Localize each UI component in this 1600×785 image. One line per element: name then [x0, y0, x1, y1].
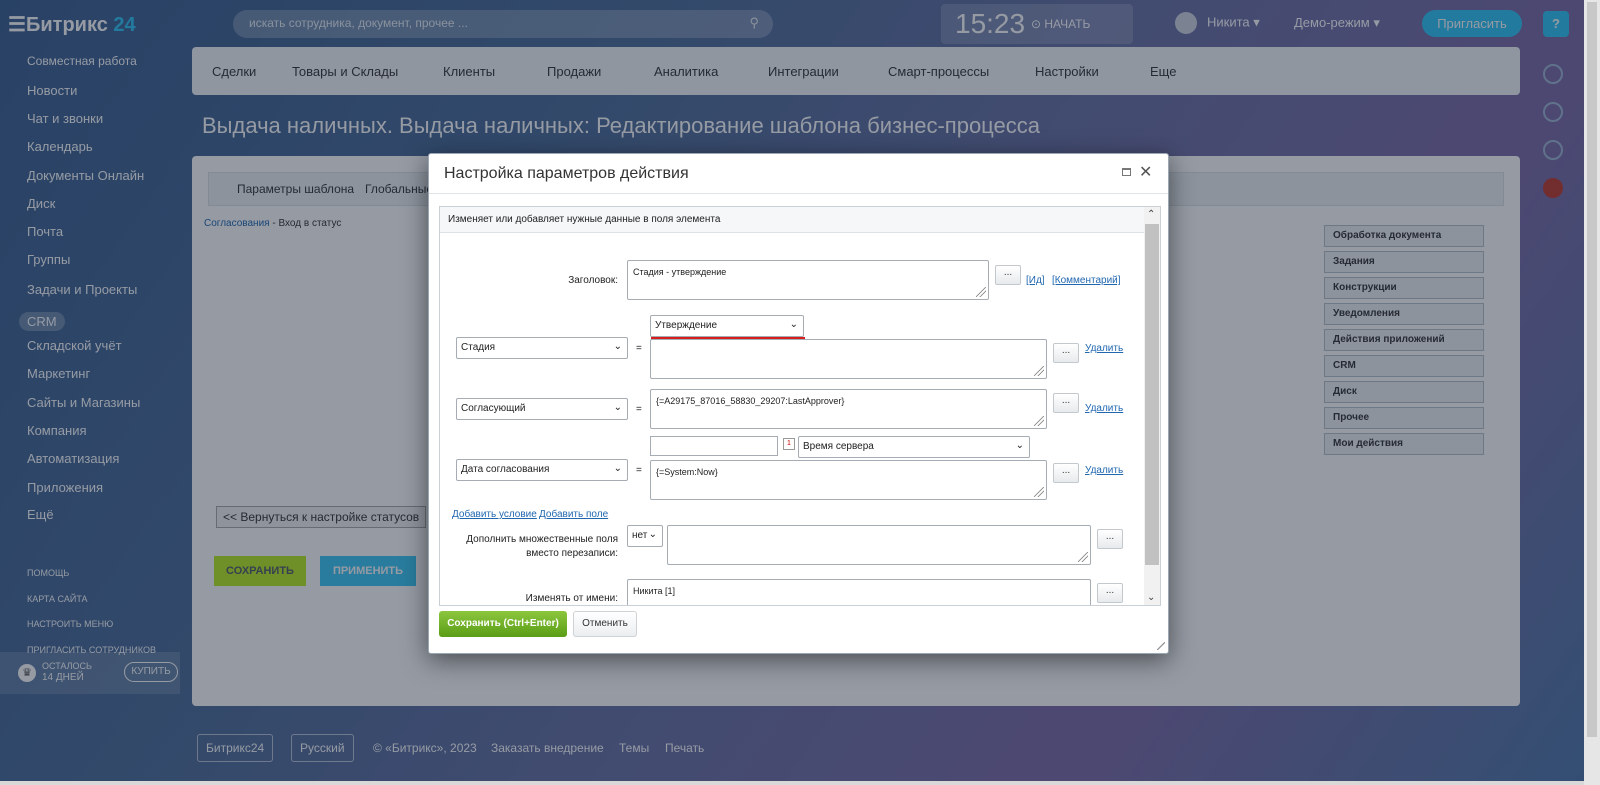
title-insert-button[interactable]: ...: [995, 265, 1021, 285]
equals-sign: =: [636, 465, 642, 476]
maximize-icon[interactable]: [1122, 168, 1131, 176]
chevron-up-icon[interactable]: ⌃: [1147, 209, 1155, 220]
chevron-down-icon: ⌄: [1015, 440, 1024, 451]
page-scrollbar-thumb[interactable]: [1587, 2, 1597, 737]
dialog-header: Настройка параметров действия ✕: [429, 154, 1168, 194]
chevron-down-icon: ⌄: [648, 529, 657, 540]
close-icon[interactable]: ✕: [1139, 162, 1152, 182]
on-behalf-insert-button[interactable]: ...: [1097, 583, 1123, 603]
append-multiple-label: Дополнить множественные поля вместо пере…: [466, 534, 618, 559]
append-multiple-field[interactable]: [667, 525, 1091, 565]
resize-handle-icon[interactable]: [1157, 642, 1165, 650]
date-input[interactable]: [650, 436, 778, 456]
append-insert-button[interactable]: ...: [1097, 529, 1123, 549]
equals-sign: =: [636, 404, 642, 415]
stage-value-field[interactable]: [650, 339, 1047, 379]
chevron-down-icon: ⌄: [613, 463, 622, 474]
field-select-approver[interactable]: Согласующий ⌄: [456, 398, 628, 420]
chevron-down-icon[interactable]: ⌄: [1147, 592, 1155, 603]
field-select-stage-value: Стадия: [461, 342, 496, 353]
approver-value-field[interactable]: {=A29175_87016_58830_29207:LastApprover}: [650, 389, 1047, 429]
title-field[interactable]: Стадия - утверждение: [627, 260, 989, 300]
add-field-link[interactable]: Добавить поле: [539, 509, 608, 520]
id-link[interactable]: [Ид]: [1026, 275, 1045, 286]
field-select-stage[interactable]: Стадия ⌄: [456, 337, 628, 359]
action-settings-dialog: Настройка параметров действия ✕ Изменяет…: [428, 153, 1169, 654]
append-multiple-selected: нет: [632, 530, 648, 541]
append-multiple-select[interactable]: нет ⌄: [627, 525, 663, 547]
activity-description: Изменяет или добавляет нужные данные в п…: [440, 207, 1144, 233]
dialog-cancel-button[interactable]: Отменить: [573, 611, 637, 637]
timezone-selected: Время сервера: [803, 441, 874, 452]
chevron-down-icon: ⌄: [613, 341, 622, 352]
page-scrollbar[interactable]: [1584, 0, 1600, 785]
delete-approver-link[interactable]: Удалить: [1085, 403, 1123, 414]
dialog-title: Настройка параметров действия: [444, 165, 689, 182]
delete-approval-date-link[interactable]: Удалить: [1085, 465, 1123, 476]
calendar-icon[interactable]: 1: [783, 438, 795, 450]
stage-insert-button[interactable]: ...: [1053, 343, 1079, 363]
equals-sign: =: [636, 343, 642, 354]
chevron-down-icon: ⌄: [789, 319, 798, 330]
approval-date-value-field[interactable]: {=System:Now}: [650, 460, 1047, 500]
delete-stage-link[interactable]: Удалить: [1085, 343, 1123, 354]
chevron-down-icon: ⌄: [613, 402, 622, 413]
timezone-select[interactable]: Время сервера ⌄: [798, 436, 1030, 458]
title-label: Заголовок:: [568, 275, 618, 286]
field-select-approval-date-value: Дата согласования: [461, 464, 550, 475]
stage-value-selected: Утверждение: [655, 320, 718, 331]
approver-insert-button[interactable]: ...: [1053, 393, 1079, 413]
comment-link[interactable]: [Комментарий]: [1052, 275, 1121, 286]
dialog-save-button[interactable]: Сохранить (Ctrl+Enter): [439, 611, 567, 637]
approval-date-insert-button[interactable]: ...: [1053, 463, 1079, 483]
on-behalf-field[interactable]: Никита [1]: [627, 579, 1091, 605]
field-select-approver-value: Согласующий: [461, 403, 526, 414]
on-behalf-label: Изменять от имени:: [525, 593, 618, 604]
form-scrollbar[interactable]: ⌃ ⌄: [1144, 207, 1160, 605]
add-condition-link[interactable]: Добавить условие: [452, 509, 537, 520]
stage-value-select[interactable]: Утверждение ⌄: [650, 315, 804, 337]
bottom-strip: [0, 781, 1584, 785]
field-select-approval-date[interactable]: Дата согласования ⌄: [456, 459, 628, 481]
form-scrollbar-thumb[interactable]: [1145, 224, 1159, 565]
dialog-form: Изменяет или добавляет нужные данные в п…: [439, 206, 1161, 606]
